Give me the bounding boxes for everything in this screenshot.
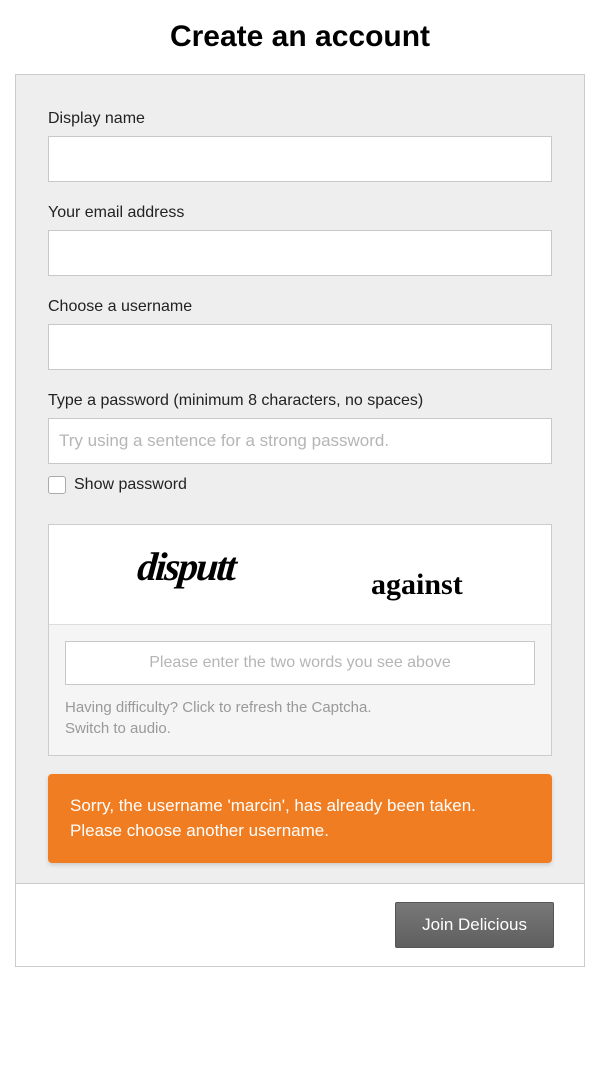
show-password-label: Show password [74,476,187,494]
display-name-field-group: Display name [48,110,552,182]
captcha-image: disputt against [49,525,551,625]
show-password-checkbox[interactable] [48,476,66,494]
captcha-audio-link[interactable]: Switch to audio. [65,720,171,737]
join-button[interactable]: Join Delicious [395,902,554,948]
error-message: Sorry, the username 'marcin', has alread… [48,774,552,863]
captcha-word-2: against [371,568,463,602]
email-label: Your email address [48,204,552,222]
captcha-help-text: Having difficulty? Click to refresh the … [65,697,535,739]
captcha-input[interactable] [65,641,535,685]
signup-form: Display name Your email address Choose a… [15,74,585,967]
password-label: Type a password (minimum 8 characters, n… [48,392,552,410]
email-input[interactable] [48,230,552,276]
password-input[interactable] [48,418,552,464]
captcha-word-1: disputt [136,543,237,590]
display-name-label: Display name [48,110,552,128]
form-body: Display name Your email address Choose a… [16,75,584,883]
username-label: Choose a username [48,298,552,316]
page-title: Create an account [15,20,585,54]
form-footer: Join Delicious [16,883,584,966]
email-field-group: Your email address [48,204,552,276]
display-name-input[interactable] [48,136,552,182]
username-field-group: Choose a username [48,298,552,370]
password-field-group: Type a password (minimum 8 characters, n… [48,392,552,464]
captcha-refresh-link[interactable]: Having difficulty? Click to refresh the … [65,699,372,716]
captcha-input-section: Having difficulty? Click to refresh the … [49,625,551,755]
username-input[interactable] [48,324,552,370]
show-password-row: Show password [48,476,552,494]
captcha-container: disputt against Having difficulty? Click… [48,524,552,756]
